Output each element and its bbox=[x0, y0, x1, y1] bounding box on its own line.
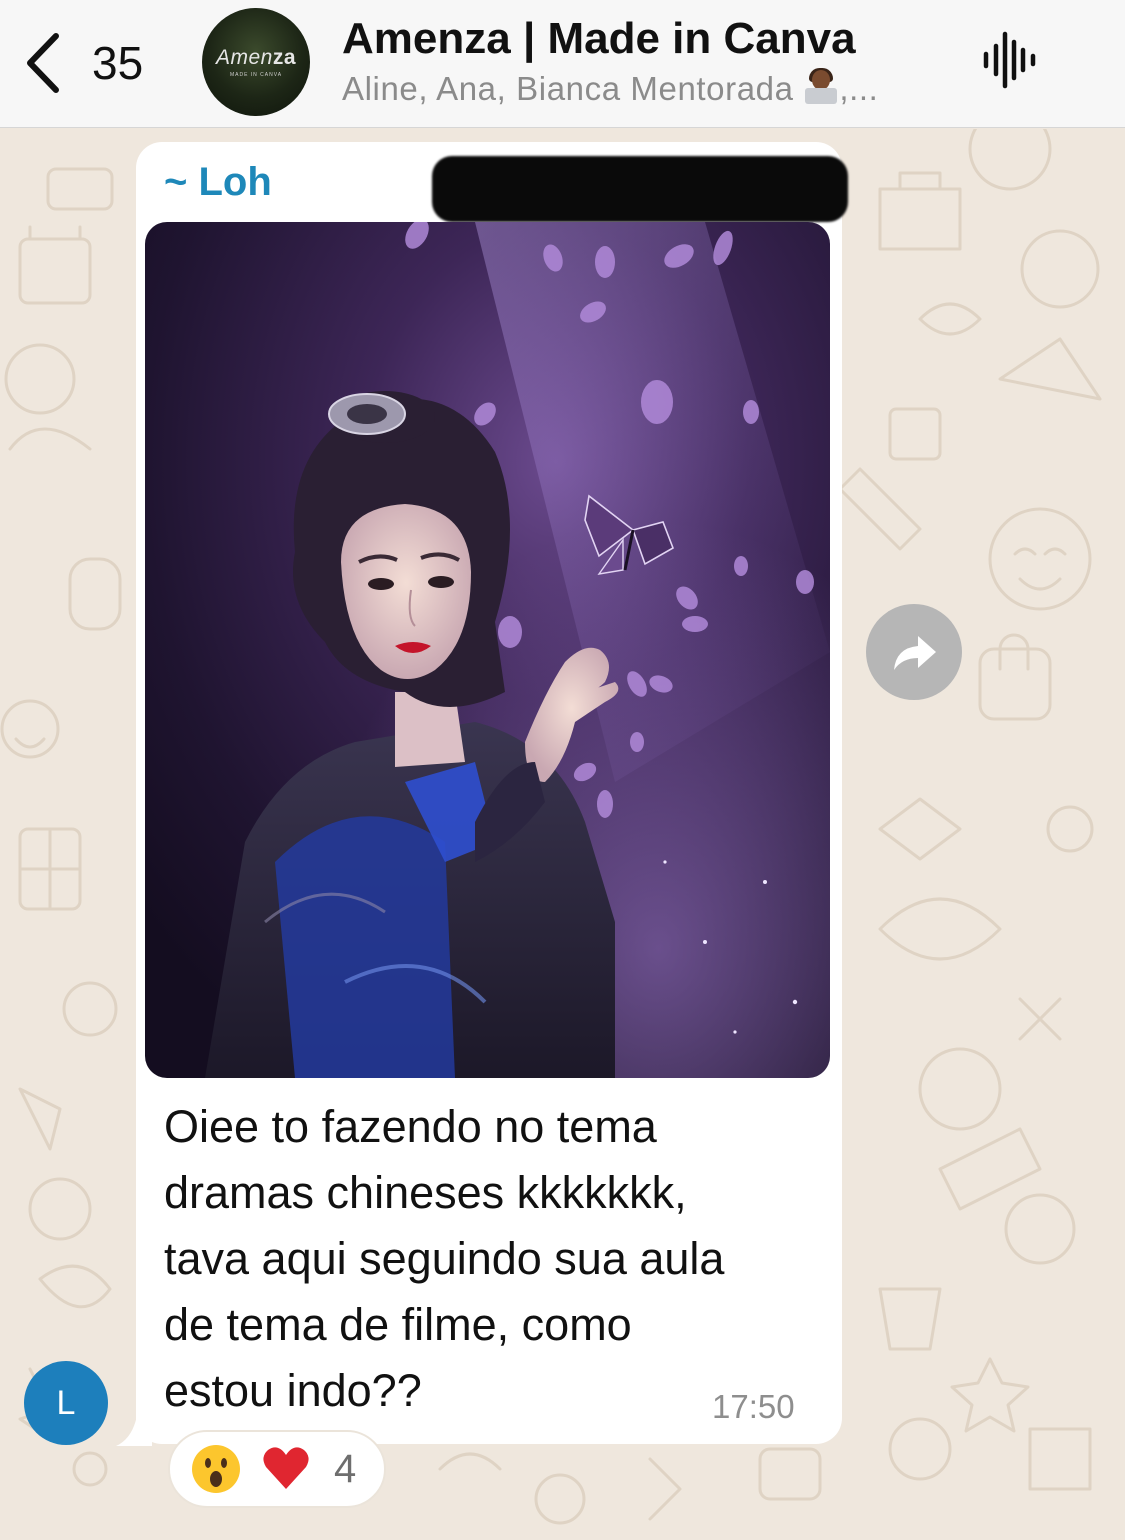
astonished-face-emoji bbox=[192, 1445, 240, 1493]
group-logo: Amenza bbox=[215, 46, 297, 69]
reactions-pill[interactable]: 4 bbox=[168, 1430, 386, 1508]
chat-members[interactable]: Aline, Ana, Bianca Mentorada ,... bbox=[342, 68, 879, 108]
back-button[interactable]: 35 bbox=[22, 28, 162, 98]
forward-button[interactable] bbox=[866, 604, 962, 700]
sender-initial: L bbox=[56, 1383, 76, 1422]
members-list: Aline, Ana, Bianca Mentorada bbox=[342, 70, 794, 107]
audio-call-button[interactable] bbox=[978, 28, 1042, 92]
forward-arrow-icon bbox=[894, 636, 936, 670]
audio-wave-icon bbox=[983, 31, 1036, 89]
red-heart-emoji bbox=[263, 1447, 309, 1489]
sender-avatar[interactable]: L bbox=[24, 1361, 108, 1445]
message-text: Oiee to fazendo no tema dramas chineses … bbox=[164, 1101, 725, 1416]
message-image[interactable] bbox=[145, 222, 830, 1078]
message-photo bbox=[145, 222, 830, 1078]
chat-title[interactable]: Amenza | Made in Canva bbox=[342, 14, 856, 64]
reaction-count: 4 bbox=[334, 1446, 357, 1491]
unread-count: 35 bbox=[92, 37, 144, 89]
group-logo-subtext: MADE IN CANVA bbox=[229, 72, 283, 78]
chat-header: 35 Amenza MADE IN CANVA Amenza | Made in… bbox=[0, 0, 1125, 128]
message-time: 17:50 bbox=[712, 1388, 795, 1425]
redacted-phone-number bbox=[432, 156, 848, 222]
chevron-left-icon bbox=[27, 33, 59, 93]
sender-name[interactable]: ~ Loh bbox=[164, 160, 272, 205]
group-avatar[interactable]: Amenza MADE IN CANVA bbox=[202, 8, 310, 116]
technologist-emoji-icon bbox=[803, 68, 839, 104]
members-more: ,... bbox=[839, 70, 879, 107]
